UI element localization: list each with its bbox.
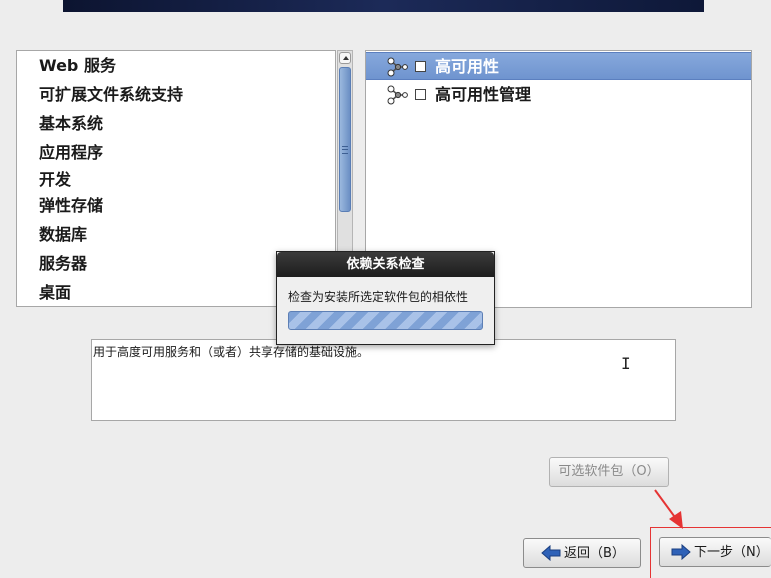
category-item[interactable]: Web 服务 bbox=[39, 56, 116, 76]
dialog-title: 依赖关系检查 bbox=[277, 252, 494, 277]
arrow-left-icon bbox=[541, 545, 561, 561]
category-item[interactable]: 开发 bbox=[39, 170, 71, 190]
category-item[interactable]: 桌面 bbox=[39, 283, 71, 303]
annotation-highlight-box bbox=[650, 527, 771, 578]
scroll-up-arrow-icon[interactable] bbox=[339, 52, 351, 64]
progress-bar bbox=[288, 311, 483, 330]
scrollbar-thumb[interactable] bbox=[339, 67, 351, 212]
category-item[interactable]: 应用程序 bbox=[39, 143, 103, 163]
back-button-label: 返回（B） bbox=[564, 546, 625, 561]
package-description: 用于高度可用服务和（或者）共享存储的基础设施。 I bbox=[91, 339, 676, 421]
package-label: 高可用性 bbox=[435, 57, 500, 76]
back-button[interactable]: 返回（B） bbox=[523, 538, 641, 568]
grip-icon bbox=[342, 146, 348, 154]
package-row-selected[interactable]: 高可用性 bbox=[366, 52, 751, 80]
package-label: 高可用性管理 bbox=[435, 85, 532, 104]
category-item[interactable]: 可扩展文件系统支持 bbox=[39, 85, 183, 105]
description-text: 用于高度可用服务和（或者）共享存储的基础设施。 bbox=[93, 345, 370, 359]
text-cursor-icon: I bbox=[621, 354, 631, 373]
package-checkbox[interactable] bbox=[415, 89, 426, 100]
package-row[interactable]: 高可用性管理 bbox=[366, 81, 751, 109]
optional-packages-button[interactable]: 可选软件包（O） bbox=[549, 457, 669, 487]
header-banner bbox=[63, 0, 704, 12]
dependency-check-dialog: 依赖关系检查 检查为安装所选定软件包的相依性 bbox=[276, 251, 495, 345]
package-group-icon bbox=[387, 85, 408, 105]
annotation-arrow-icon bbox=[654, 489, 683, 529]
package-group-icon bbox=[387, 57, 408, 77]
category-item[interactable]: 弹性存储 bbox=[39, 196, 103, 216]
category-item[interactable]: 服务器 bbox=[39, 254, 87, 274]
dialog-message: 检查为安装所选定软件包的相依性 bbox=[288, 290, 469, 304]
category-item[interactable]: 基本系统 bbox=[39, 114, 103, 134]
category-item[interactable]: 数据库 bbox=[39, 225, 87, 245]
package-checkbox[interactable] bbox=[415, 61, 426, 72]
